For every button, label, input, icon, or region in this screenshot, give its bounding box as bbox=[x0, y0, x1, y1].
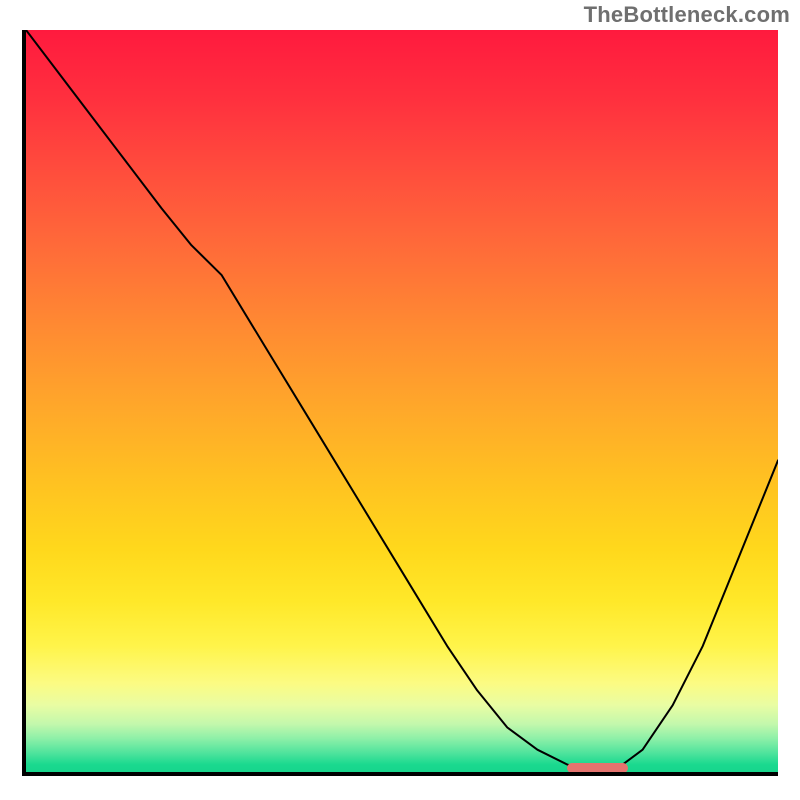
chart-plot-area bbox=[22, 30, 778, 776]
chart-line-series bbox=[26, 30, 778, 772]
chart-minimum-marker bbox=[567, 763, 627, 773]
watermark-text: TheBottleneck.com bbox=[584, 2, 790, 28]
bottleneck-curve-path bbox=[26, 30, 778, 772]
